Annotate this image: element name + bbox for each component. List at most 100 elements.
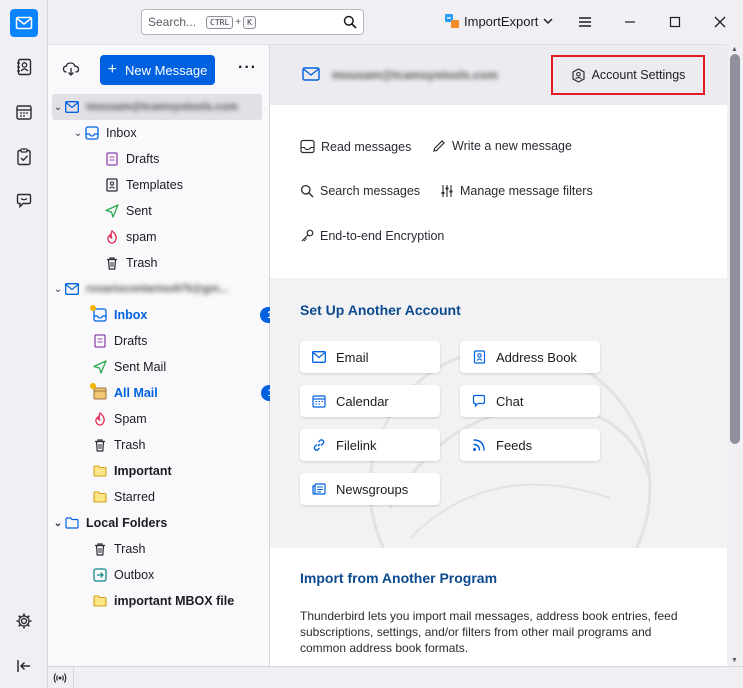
setup-chat-button[interactable]: Chat [460,385,600,417]
setup-address-book-button[interactable]: Address Book [460,341,600,373]
chevron-down-icon [543,18,553,25]
search-messages-link[interactable]: Search messages [300,184,420,198]
setup-chat-label: Chat [496,393,524,409]
folder-label: Trash [114,542,146,556]
address-book-space-button[interactable] [10,53,38,81]
setup-filelink-label: Filelink [336,437,377,453]
importexport-icon [445,14,459,28]
account-central: mousam@tcamsystools.com Account Settings… [270,44,727,666]
scrollbar[interactable]: ▲ ▼ [727,44,743,666]
chat-space-button[interactable] [10,187,38,215]
mail-space-button[interactable] [10,9,38,37]
search-input[interactable]: Search... CTRL + K [141,9,364,35]
outbox-icon [92,567,108,583]
importexport-addon-button[interactable]: ImportExport [444,13,554,29]
folder-label: Starred [114,490,155,504]
address-book-icon [17,58,32,76]
folder-label: Inbox [106,126,137,140]
maximize-icon [669,16,681,28]
collapse-spaces-button[interactable] [10,652,38,680]
folder-icon [92,489,108,505]
folder-label: important MBOX file [114,594,235,608]
account-row-2[interactable]: ⌄ rosariocontarino975@gm... [52,276,262,302]
trash-icon [92,437,108,453]
addon-label: ImportExport [464,13,539,29]
folder-label: Important [114,464,172,478]
search-icon [300,184,314,198]
account-settings-button[interactable]: Account Settings [551,55,705,95]
folder-label: Templates [126,178,183,192]
calendar-icon [312,395,326,408]
online-status-icon [53,673,67,683]
new-message-label: New Message [124,62,208,78]
folder-label: Sent [126,204,152,218]
app-menu-button[interactable] [575,12,595,32]
close-button[interactable] [710,12,730,32]
minimize-button[interactable] [620,12,640,32]
read-messages-label: Read messages [321,139,412,154]
read-messages-link[interactable]: Read messages [300,139,411,154]
setup-email-label: Email [336,349,369,365]
e2e-encryption-link[interactable]: End-to-end Encryption [300,229,444,243]
address-book-icon [473,350,486,364]
chat-icon [16,193,32,209]
setup-email-button[interactable]: Email [300,341,440,373]
get-messages-button[interactable] [62,61,80,80]
filter-icon [441,185,453,197]
write-message-link[interactable]: Write a new message [432,139,572,153]
maximize-button[interactable] [665,12,685,32]
gear-icon [16,613,32,629]
folder-label: Spam [114,412,147,426]
archive-icon [90,383,108,401]
key-icon [301,229,314,242]
link-icon [313,439,325,451]
setup-calendar-button[interactable]: Calendar [300,385,440,417]
calendar-space-button[interactable] [10,98,38,126]
import-title: Import from Another Program [300,570,498,586]
account-header: mousam@tcamsystools.com Account Settings [270,45,727,105]
setup-newsgroups-label: Newsgroups [336,481,409,497]
account-mail-icon [64,281,80,297]
search-icon [343,15,357,29]
templates-icon [104,177,120,193]
manage-filters-link[interactable]: Manage message filters [440,184,593,198]
scrollbar-thumb[interactable] [730,54,740,444]
scroll-up-arrow-icon[interactable]: ▲ [731,46,738,53]
scroll-down-arrow-icon[interactable]: ▼ [731,657,738,664]
chevron-down-icon: ⌄ [53,517,63,529]
account-row-1[interactable]: ⌄ mousam@tcamsystools.com [52,94,262,120]
chevron-down-icon: ⌄ [53,101,63,113]
mail-icon [15,16,33,30]
setup-newsgroups-button[interactable]: Newsgroups [300,473,440,505]
chat-icon [472,394,486,408]
account-name: rosariocontarino975@gm... [86,283,229,295]
folder-label: Trash [114,438,146,452]
more-icon: ··· [238,59,257,76]
mail-icon [302,67,320,81]
folder-pane-menu-button[interactable]: ··· [238,59,257,77]
online-status-button[interactable] [52,670,68,686]
account-mail-icon [64,99,80,115]
folder-label: Drafts [114,334,148,348]
local-folders-row[interactable]: ⌄ Local Folders [52,510,270,536]
write-message-label: Write a new message [452,139,572,153]
spaces-toolbar [0,0,48,688]
email-icon [312,351,326,363]
title-bar: Search... CTRL + K ImportExport [48,0,743,44]
drafts-icon [92,333,108,349]
trash-icon [104,255,120,271]
tasks-space-button[interactable] [10,143,38,171]
new-message-button[interactable]: + New Message [100,55,215,85]
setup-feeds-label: Feeds [496,437,533,453]
setup-section: Set Up Another Account Email Address Boo… [270,278,727,568]
folder-row[interactable]: ⌄ Inbox [72,120,290,146]
setup-feeds-button[interactable]: Feeds [460,429,600,461]
setup-title: Set Up Another Account [300,302,461,318]
setup-filelink-button[interactable]: Filelink [300,429,440,461]
folder-icon [92,593,108,609]
e2e-encryption-label: End-to-end Encryption [320,229,445,243]
folder-label: Outbox [114,568,155,582]
cloud-download-icon [62,62,80,76]
settings-space-button[interactable] [10,607,38,635]
tasks-icon [17,148,31,166]
